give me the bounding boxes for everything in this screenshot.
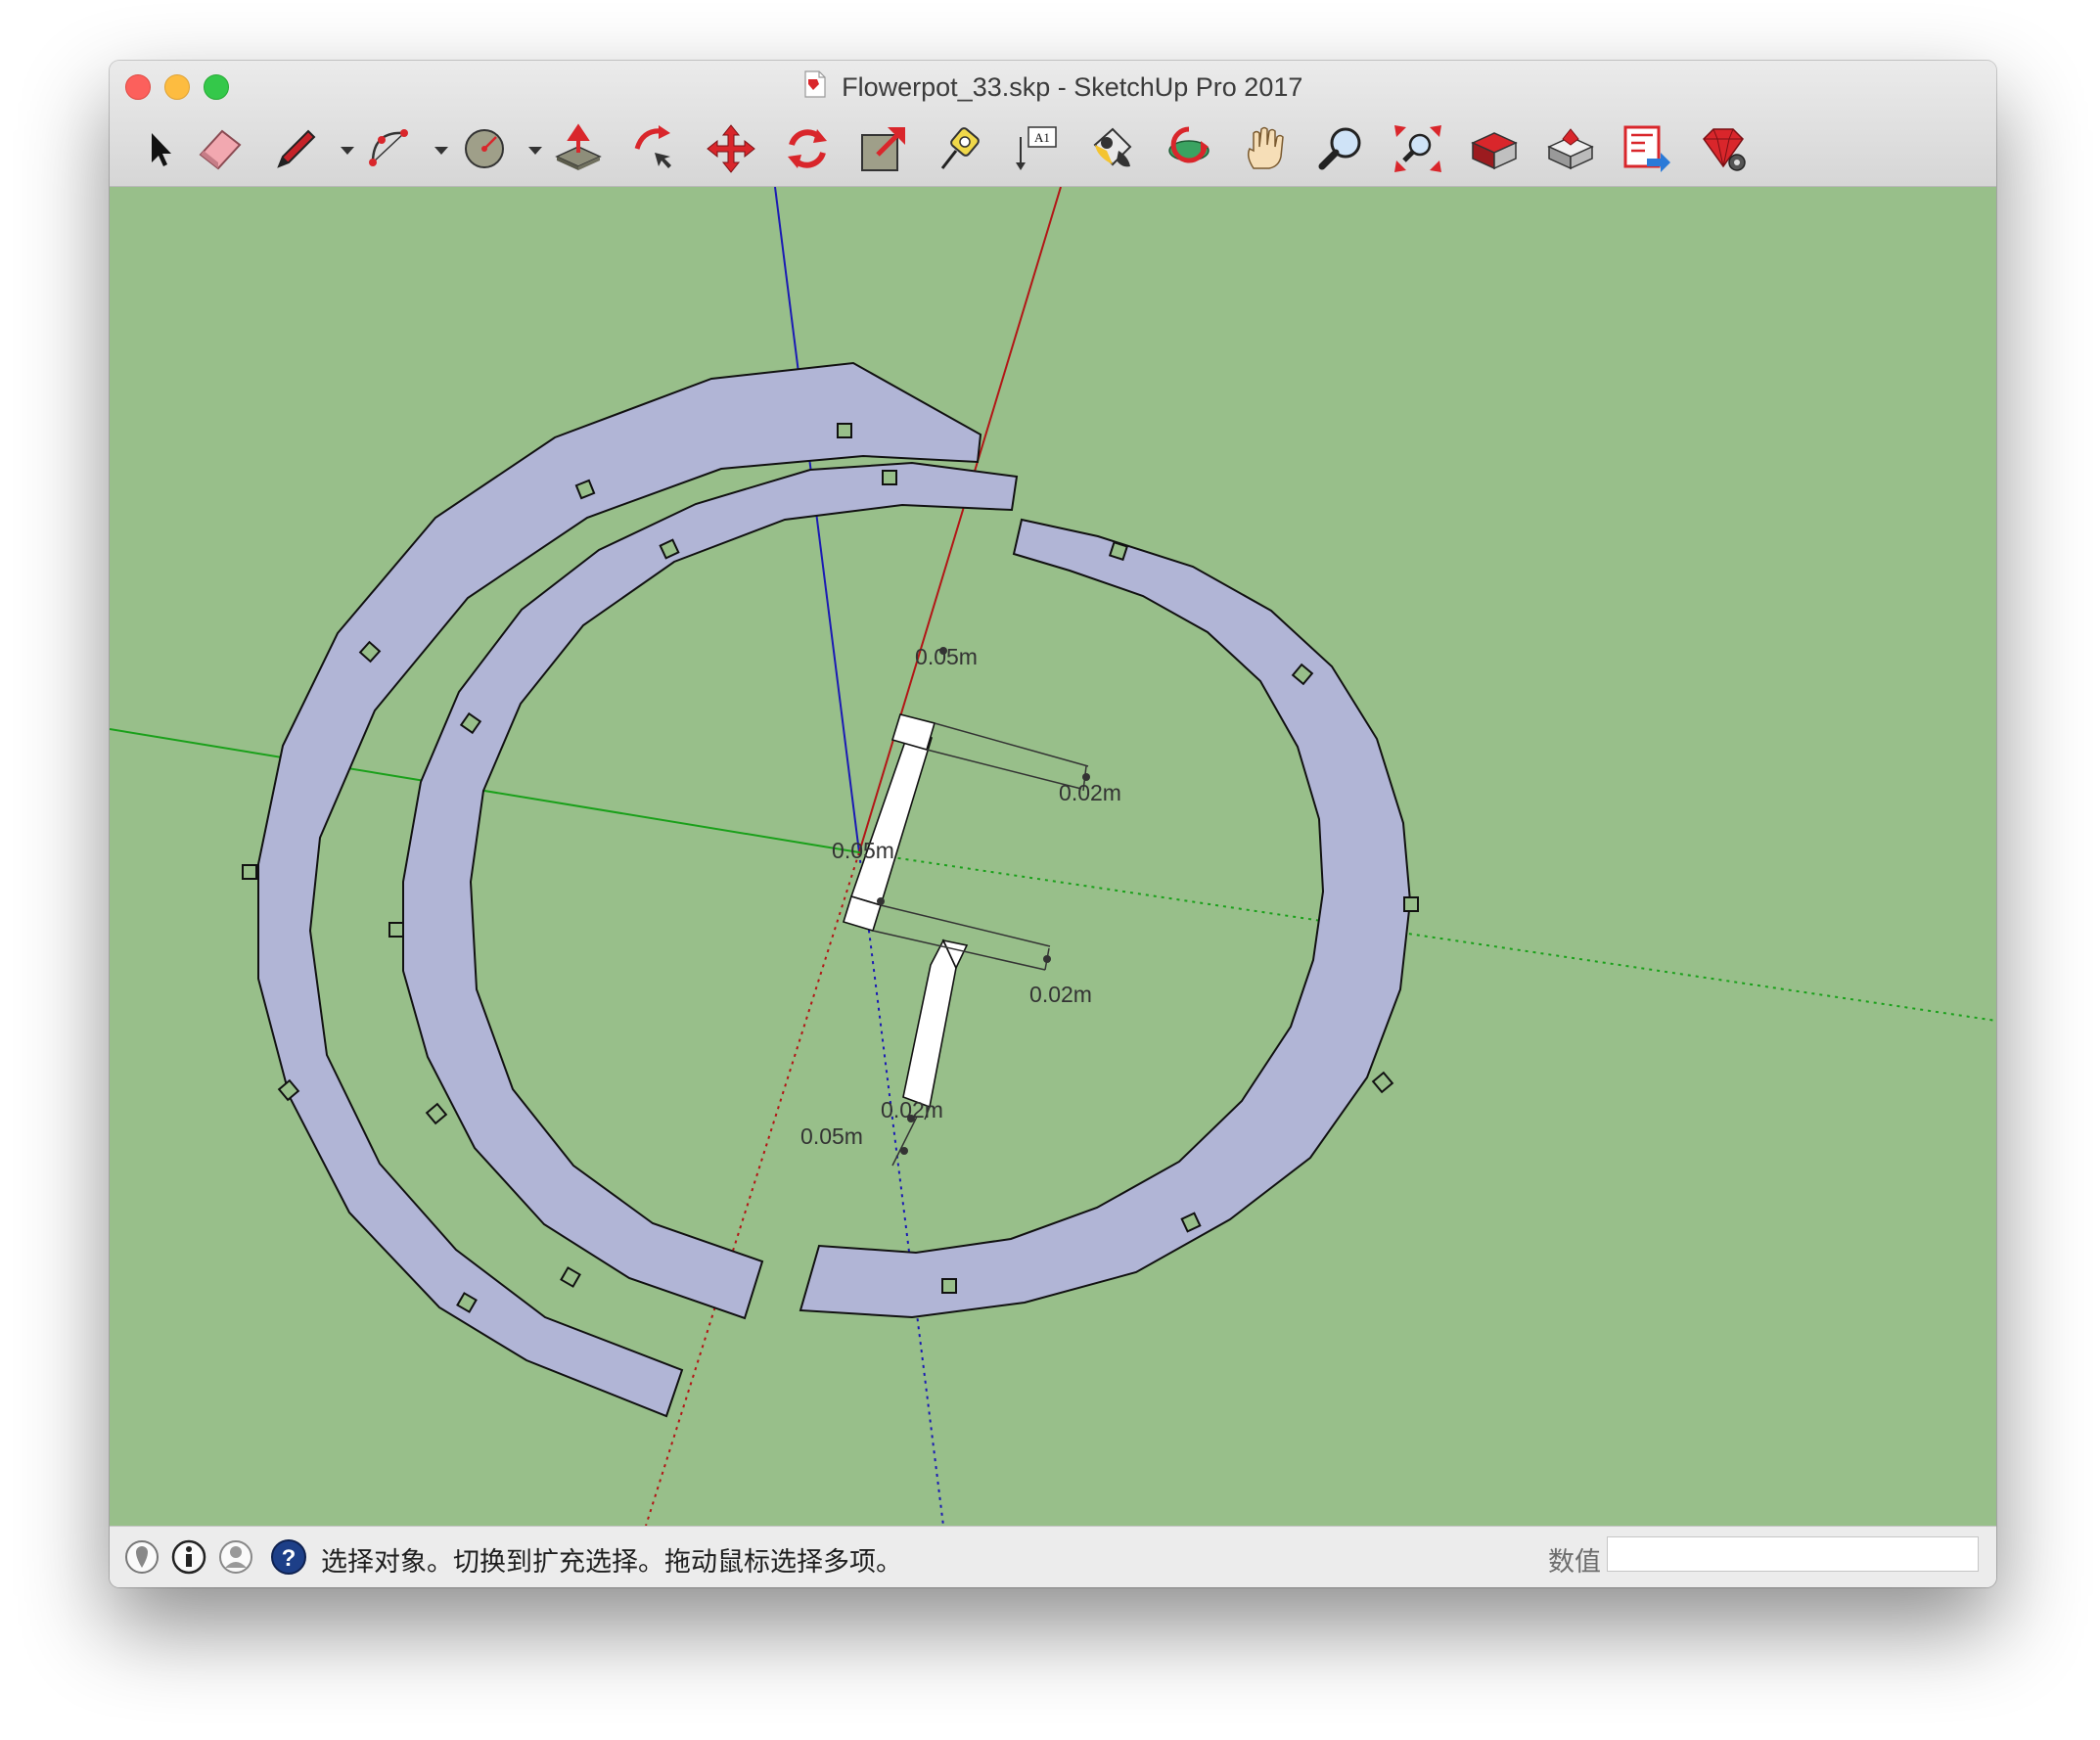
text-tool-button[interactable]: A1	[1006, 117, 1067, 180]
extension-manager-button[interactable]	[1693, 117, 1754, 180]
tape-measure-tool-button[interactable]	[930, 117, 990, 180]
text-tool-icon: A1	[1016, 126, 1057, 170]
zoom-extents-tool-button[interactable]	[1388, 117, 1448, 180]
arc-icon	[369, 129, 408, 166]
pencil-icon	[277, 129, 316, 168]
tape-measure-icon	[940, 127, 980, 169]
dimension-label[interactable]: 0.05m	[800, 1123, 863, 1149]
window-title-area: Flowerpot_33.skp - SketchUp Pro 2017	[110, 70, 1996, 105]
follow-me-icon	[634, 125, 671, 168]
help-icon[interactable]: ?	[270, 1538, 307, 1576]
arc-tool-button[interactable]	[360, 117, 421, 180]
svg-text:?: ?	[282, 1545, 297, 1572]
paint-bucket-tool-button[interactable]	[1082, 117, 1143, 180]
zoom-extents-icon	[1394, 125, 1441, 172]
title-bar: Flowerpot_33.skp - SketchUp Pro 2017 A1	[110, 61, 1996, 187]
ring-right-segment[interactable]	[799, 518, 1412, 1319]
line-tool-menu-caret[interactable]	[341, 147, 354, 155]
pan-tool-button[interactable]	[1235, 117, 1296, 180]
dimension-label[interactable]: 0.02m	[1029, 982, 1092, 1007]
inner-ring-left-segment[interactable]	[402, 461, 1019, 1320]
zoom-tool-button[interactable]	[1311, 117, 1372, 180]
zoom-icon	[1318, 127, 1361, 170]
red-axis-negative	[645, 851, 860, 1526]
lower-panel-face[interactable]	[902, 939, 957, 1109]
3d-warehouse-button[interactable]	[1464, 117, 1525, 180]
modeling-viewport[interactable]: 0.05m 0.02m 0.05m 0.02m 0.02m 0.05m	[110, 187, 1996, 1526]
dimension-label[interactable]: 0.05m	[832, 838, 894, 863]
rotate-tool-button[interactable]	[777, 117, 838, 180]
dimension-label[interactable]: 0.02m	[881, 1097, 943, 1122]
push-pull-tool-button[interactable]	[548, 117, 609, 180]
model-canvas[interactable]: 0.05m 0.02m 0.05m 0.02m 0.02m 0.05m	[110, 187, 1996, 1526]
status-bar: ? 选择对象。切换到扩充选择。拖动鼠标选择多项。 数值	[110, 1526, 1996, 1587]
measurements-input[interactable]	[1607, 1536, 1979, 1572]
geo-location-icon[interactable]	[123, 1538, 160, 1576]
scale-tool-button[interactable]	[853, 117, 914, 180]
circle-icon	[465, 129, 504, 168]
send-to-layout-icon	[1623, 125, 1670, 172]
svg-text:A1: A1	[1034, 130, 1050, 145]
move-tool-button[interactable]	[701, 117, 761, 180]
scale-icon	[861, 127, 905, 171]
ruby-gear-icon	[1703, 128, 1746, 171]
red-axis	[858, 187, 1062, 853]
move-icon	[707, 124, 755, 173]
pan-hand-icon	[1247, 126, 1284, 169]
extension-warehouse-button[interactable]	[1540, 117, 1601, 180]
blue-axis-negative	[858, 851, 944, 1526]
eraser-tool-button[interactable]	[190, 117, 251, 180]
eraser-icon	[199, 129, 242, 170]
window-title: Flowerpot_33.skp - SketchUp Pro 2017	[842, 72, 1303, 102]
dimension-label[interactable]: 0.05m	[915, 644, 978, 669]
skp-file-icon	[803, 70, 827, 105]
send-to-layout-button[interactable]	[1617, 117, 1677, 180]
extension-warehouse-icon	[1547, 128, 1594, 170]
circle-tool-menu-caret[interactable]	[528, 147, 542, 155]
rotate-icon	[788, 129, 827, 168]
sketchup-window: Flowerpot_33.skp - SketchUp Pro 2017 A1 …	[110, 61, 1996, 1587]
info-icon[interactable]	[170, 1538, 207, 1576]
line-tool-button[interactable]	[266, 117, 327, 180]
select-tool-button[interactable]	[129, 117, 190, 180]
push-pull-icon	[555, 123, 602, 170]
orbit-tool-button[interactable]	[1159, 117, 1219, 180]
orbit-icon	[1168, 126, 1210, 163]
select-arrow-icon	[152, 133, 171, 166]
arc-tool-menu-caret[interactable]	[434, 147, 448, 155]
measurements-label: 数值	[1548, 1547, 1601, 1577]
status-message: 选择对象。切换到扩充选择。拖动鼠标选择多项。	[321, 1547, 902, 1577]
dimension-label[interactable]: 0.02m	[1059, 780, 1121, 805]
upper-panel-cap[interactable]	[890, 713, 936, 751]
3d-warehouse-icon	[1471, 132, 1518, 170]
paint-bucket-icon	[1093, 127, 1132, 167]
follow-me-tool-button[interactable]	[624, 117, 685, 180]
upper-panel-face[interactable]	[849, 728, 933, 906]
user-icon[interactable]	[217, 1538, 254, 1576]
circle-tool-button[interactable]	[454, 117, 515, 180]
